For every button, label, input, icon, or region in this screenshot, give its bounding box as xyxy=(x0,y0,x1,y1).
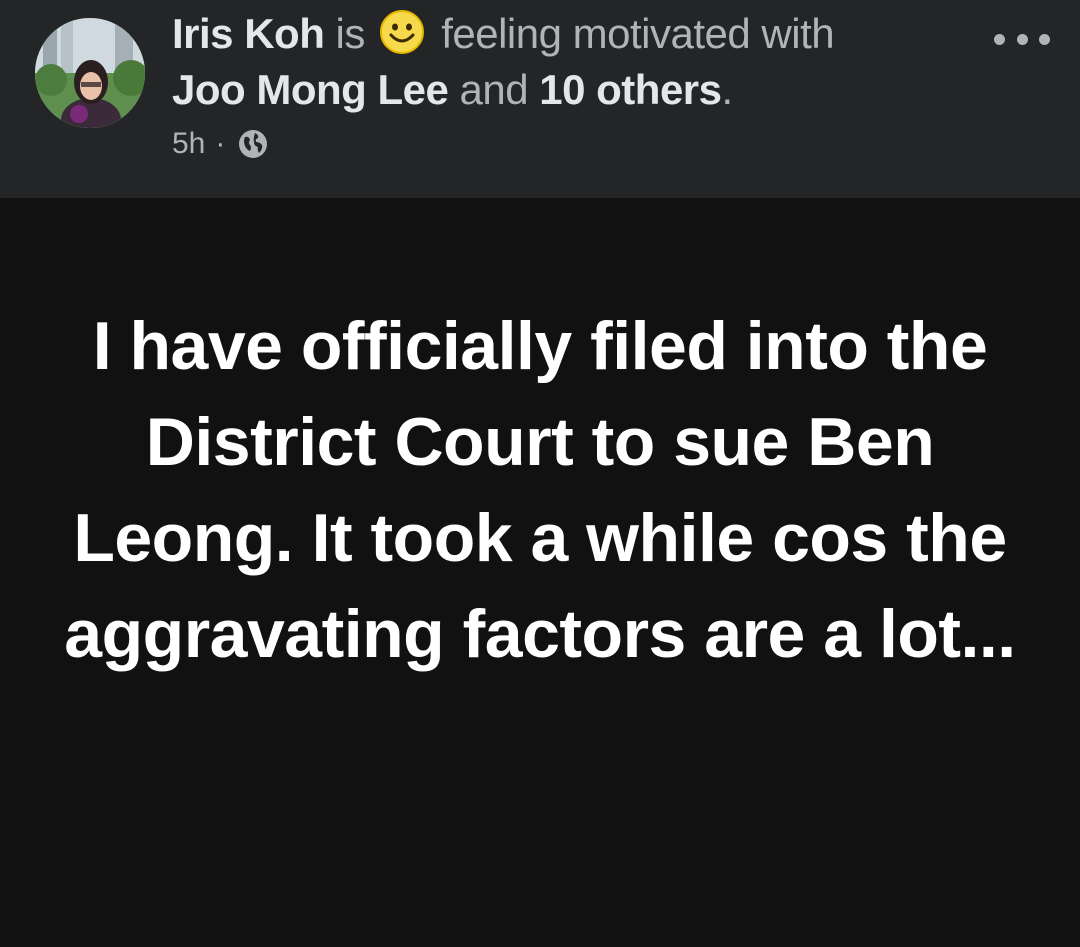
more-dot xyxy=(994,33,1005,45)
author-name[interactable]: Iris Koh xyxy=(172,10,325,57)
post-meta: 5h · xyxy=(172,124,269,164)
period: . xyxy=(721,66,734,113)
globe-icon[interactable] xyxy=(237,128,269,160)
post-body: I have officially filed into the Distric… xyxy=(0,198,1080,947)
post-header: Iris Koh is feeling motivated with Joo M… xyxy=(0,0,1080,198)
author-avatar[interactable] xyxy=(35,18,145,128)
post-attribution: Iris Koh is feeling motivated with Joo M… xyxy=(172,6,972,118)
more-dot xyxy=(1016,33,1028,45)
post-message: I have officially filed into the Distric… xyxy=(64,308,1016,672)
more-dot xyxy=(1039,33,1050,45)
feeling-text: feeling motivated with xyxy=(441,10,835,57)
is-word: is xyxy=(335,10,366,57)
smiling-emoji-icon xyxy=(380,10,425,54)
post-timestamp[interactable]: 5h xyxy=(172,127,205,161)
meta-separator: · xyxy=(215,127,226,160)
tagged-person-link[interactable]: Joo Mong Lee xyxy=(172,66,449,113)
and-word: and xyxy=(459,66,529,113)
more-options-button[interactable] xyxy=(994,22,1050,56)
others-link[interactable]: 10 others xyxy=(539,66,722,113)
avatar-photo xyxy=(35,18,145,128)
facebook-post: Iris Koh is feeling motivated with Joo M… xyxy=(0,0,1080,947)
